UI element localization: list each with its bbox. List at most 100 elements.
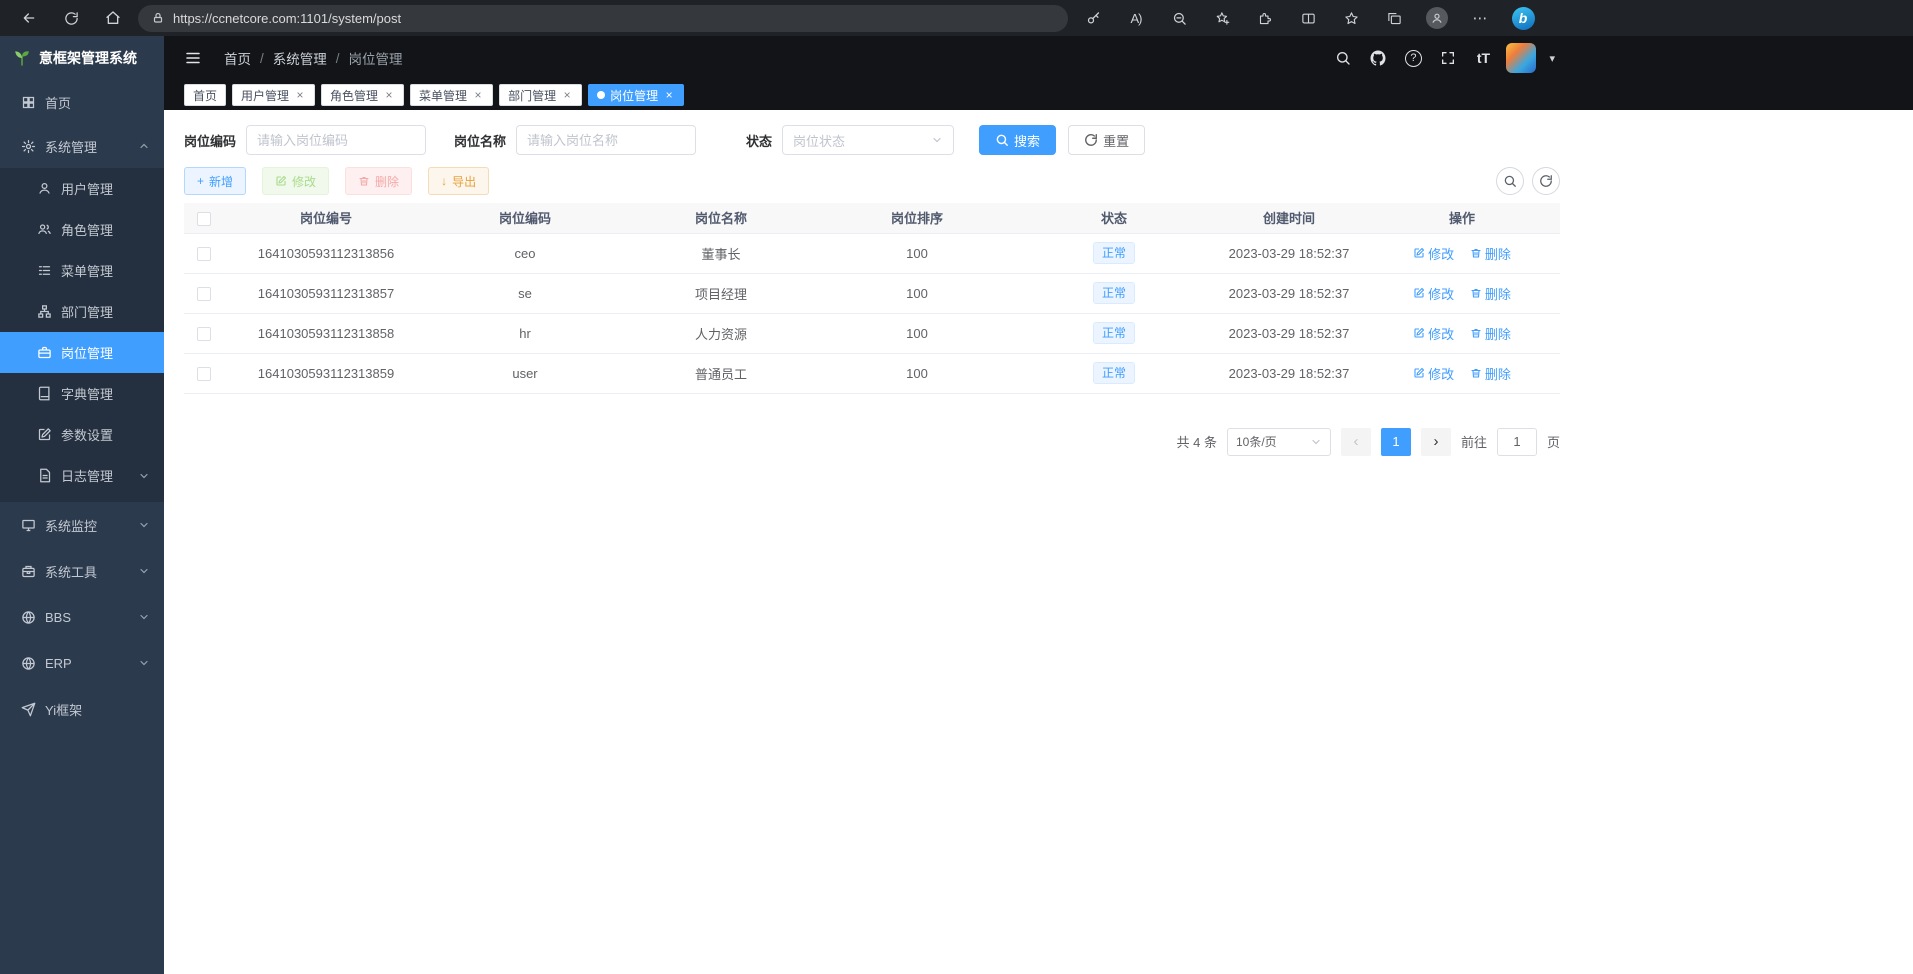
edit-icon [1413, 327, 1425, 339]
help-icon[interactable]: ? [1401, 45, 1425, 71]
add-favorite-icon[interactable] [1205, 3, 1239, 33]
sidebar-item-posts[interactable]: 岗位管理 [0, 332, 164, 373]
row-delete-link[interactable]: 删除 [1470, 244, 1511, 263]
zoom-out-icon[interactable] [1162, 3, 1196, 33]
edit-icon [1413, 247, 1425, 259]
toggle-search-icon[interactable] [1496, 167, 1524, 195]
breadcrumb-system[interactable]: 系统管理 [273, 48, 327, 68]
refresh-table-icon[interactable] [1532, 167, 1560, 195]
tab-post-mgmt[interactable]: 岗位管理 × [588, 84, 684, 106]
row-edit-link[interactable]: 修改 [1413, 284, 1454, 303]
sidebar-item-dictionary[interactable]: 字典管理 [0, 373, 164, 414]
sidebar-item-menus[interactable]: 菜单管理 [0, 250, 164, 291]
profile-avatar-icon[interactable] [1420, 3, 1454, 33]
tab-role-mgmt[interactable]: 角色管理 × [321, 84, 404, 106]
prev-page-button[interactable]: ‹ [1341, 428, 1371, 456]
header-search-icon[interactable] [1331, 45, 1355, 71]
post-code-input[interactable] [246, 125, 426, 155]
font-size-icon[interactable]: tT [1471, 45, 1495, 71]
sprout-logo-icon [13, 49, 31, 67]
favorites-star-icon[interactable] [1334, 3, 1368, 33]
sidebar-item-erp[interactable]: ERP [0, 640, 164, 686]
row-checkbox[interactable] [197, 327, 211, 341]
lock-icon [152, 12, 164, 24]
tab-menu-mgmt[interactable]: 菜单管理 × [410, 84, 493, 106]
address-bar[interactable]: https://ccnetcore.com:1101/system/post [138, 5, 1068, 32]
goto-page-input[interactable] [1497, 428, 1537, 456]
delete-button[interactable]: 删除 [345, 167, 412, 195]
row-edit-link[interactable]: 修改 [1413, 364, 1454, 383]
page-number-1[interactable]: 1 [1381, 428, 1411, 456]
status-select[interactable]: 岗位状态 [782, 125, 954, 155]
table-row: 1641030593112313859 user 普通员工 100 正常 202… [184, 353, 1560, 393]
refresh-icon[interactable] [54, 3, 88, 33]
tab-user-mgmt[interactable]: 用户管理 × [232, 84, 315, 106]
settings-ellipsis-icon[interactable]: ⋯ [1463, 3, 1497, 33]
sidebar-item-users[interactable]: 用户管理 [0, 168, 164, 209]
user-icon [37, 181, 52, 196]
post-name-input[interactable] [516, 125, 696, 155]
row-delete-link[interactable]: 删除 [1470, 284, 1511, 303]
status-badge: 正常 [1093, 282, 1135, 304]
home-icon[interactable] [96, 3, 130, 33]
extensions-icon[interactable] [1248, 3, 1282, 33]
password-key-icon[interactable] [1076, 3, 1110, 33]
row-edit-link[interactable]: 修改 [1413, 324, 1454, 343]
app-frame: 意框架管理系统 首页 系统管理 用户管理 角色管理 菜单管理 [0, 36, 1913, 974]
admin-header: 首页 / 系统管理 / 岗位管理 ? [164, 36, 1913, 80]
github-icon[interactable] [1366, 45, 1390, 71]
read-aloud-icon[interactable]: A) [1119, 3, 1153, 33]
sidebar-item-home[interactable]: 首页 [0, 80, 164, 124]
briefcase-icon [37, 345, 52, 360]
table-header-row: 岗位编号 岗位编码 岗位名称 岗位排序 状态 创建时间 操作 [184, 203, 1560, 233]
row-delete-link[interactable]: 删除 [1470, 364, 1511, 383]
page-size-select[interactable]: 10条/页 [1227, 428, 1331, 456]
bing-copilot-icon[interactable]: b [1506, 3, 1540, 33]
sidebar-item-yi-framework[interactable]: Yi框架 [0, 686, 164, 732]
back-icon[interactable] [12, 3, 46, 33]
app-logo[interactable]: 意框架管理系统 [0, 36, 164, 80]
refresh-icon [1084, 133, 1098, 147]
close-icon[interactable]: × [561, 88, 573, 102]
add-button[interactable]: + 新增 [184, 167, 246, 195]
sidebar-item-parameters[interactable]: 参数设置 [0, 414, 164, 455]
trash-icon [1470, 327, 1482, 339]
split-screen-icon[interactable] [1291, 3, 1325, 33]
next-page-button[interactable]: › [1421, 428, 1451, 456]
table-toolbar: + 新增 修改 删除 ↓ 导出 [184, 167, 1560, 195]
sidebar-item-logs[interactable]: 日志管理 [0, 455, 164, 496]
close-icon[interactable]: × [294, 88, 306, 102]
row-checkbox[interactable] [197, 287, 211, 301]
sidebar-toggle-icon[interactable] [184, 49, 202, 67]
sidebar-item-bbs[interactable]: BBS [0, 594, 164, 640]
reset-button[interactable]: 重置 [1068, 125, 1145, 155]
send-icon [21, 702, 36, 717]
row-checkbox[interactable] [197, 247, 211, 261]
row-delete-link[interactable]: 删除 [1470, 324, 1511, 343]
system-submenu: 用户管理 角色管理 菜单管理 部门管理 岗位管理 字典管理 [0, 168, 164, 502]
avatar-caret-icon[interactable]: ▾ [1549, 52, 1555, 65]
collections-icon[interactable] [1377, 3, 1411, 33]
row-edit-link[interactable]: 修改 [1413, 244, 1454, 263]
tab-dept-mgmt[interactable]: 部门管理 × [499, 84, 582, 106]
search-button[interactable]: 搜索 [979, 125, 1056, 155]
breadcrumb-home[interactable]: 首页 [224, 48, 251, 68]
sidebar-item-departments[interactable]: 部门管理 [0, 291, 164, 332]
trash-icon [1470, 247, 1482, 259]
close-icon[interactable]: × [472, 88, 484, 102]
close-icon[interactable]: × [663, 88, 675, 102]
close-icon[interactable]: × [383, 88, 395, 102]
trash-icon [1470, 367, 1482, 379]
row-checkbox[interactable] [197, 367, 211, 381]
download-icon: ↓ [441, 174, 447, 188]
sidebar-item-monitoring[interactable]: 系统监控 [0, 502, 164, 548]
edit-button[interactable]: 修改 [262, 167, 329, 195]
fullscreen-icon[interactable] [1436, 45, 1460, 71]
sidebar-item-roles[interactable]: 角色管理 [0, 209, 164, 250]
export-button[interactable]: ↓ 导出 [428, 167, 489, 195]
select-all-checkbox[interactable] [197, 212, 211, 226]
sidebar-item-tools[interactable]: 系统工具 [0, 548, 164, 594]
user-avatar[interactable] [1506, 43, 1536, 73]
tab-home[interactable]: 首页 [184, 84, 226, 106]
sidebar-item-system-mgmt[interactable]: 系统管理 [0, 124, 164, 168]
